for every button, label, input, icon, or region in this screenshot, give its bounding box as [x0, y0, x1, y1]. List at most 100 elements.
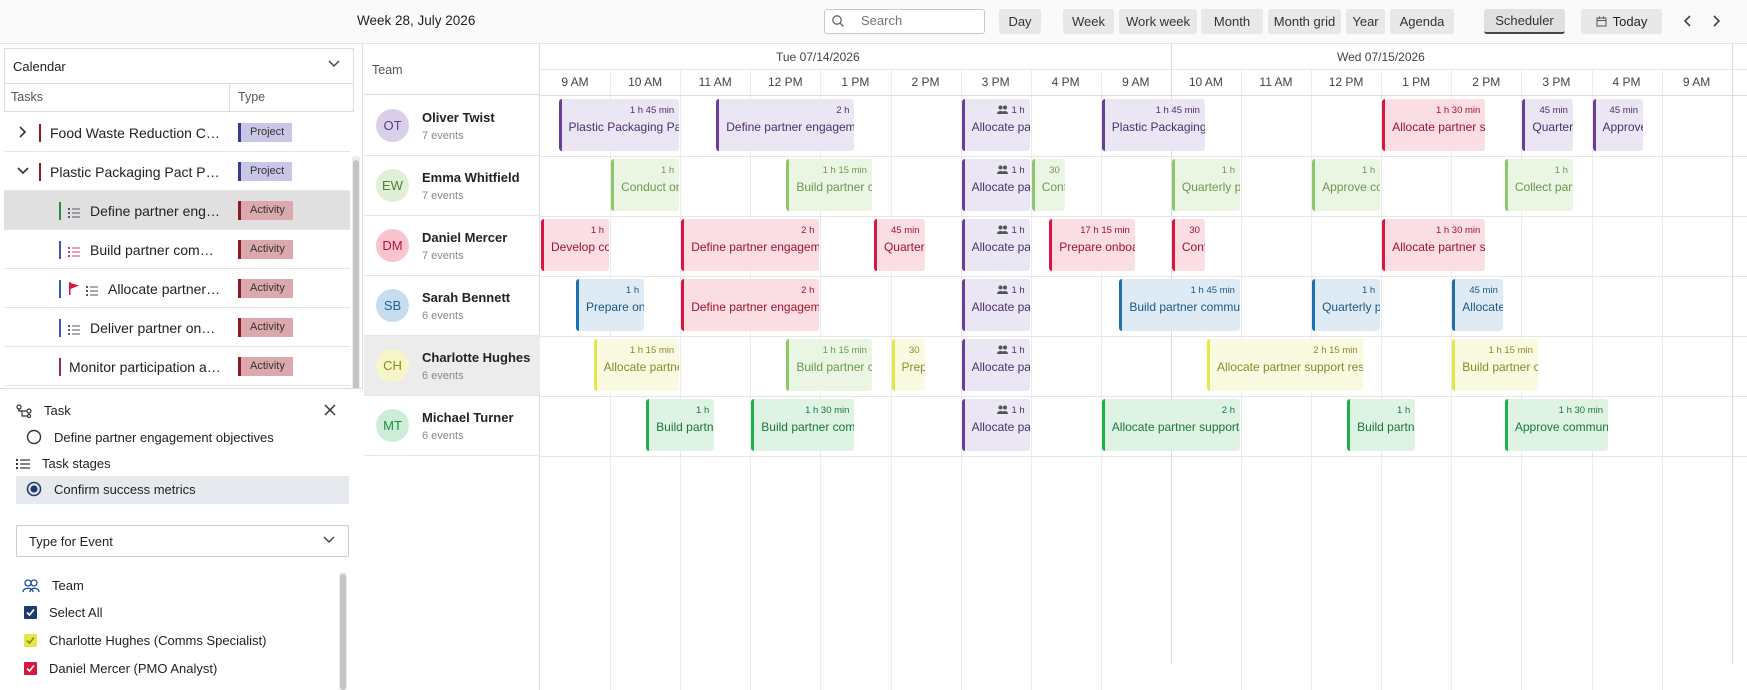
avatar: SB: [376, 289, 409, 322]
event-block[interactable]: 1 h 45 min Plastic Packaging: [1101, 99, 1205, 151]
calendar-dropdown[interactable]: Calendar: [4, 48, 354, 84]
event-block[interactable]: 1 h 15 min Build partner comms: [1452, 339, 1538, 391]
prev-button[interactable]: [1677, 10, 1699, 32]
event-block[interactable]: 1 h Approve comms: [1312, 159, 1381, 211]
event-block[interactable]: 45 min Quarterly: [1522, 99, 1573, 151]
resource-row[interactable]: OT Oliver Twist 7 events: [364, 96, 540, 156]
next-button[interactable]: [1705, 10, 1727, 32]
view-button-month-grid[interactable]: Month grid: [1268, 9, 1341, 34]
task-row[interactable]: Build partner communication plan Activity: [4, 230, 350, 269]
project-color-bar: [39, 124, 41, 142]
event-block[interactable]: 30 Prepare: [891, 339, 925, 391]
scheduler-grid[interactable]: Tue 07/14/2026 Wed 07/15/2026 9 AM 10 AM 11 …: [540, 44, 1747, 690]
event-block[interactable]: 30 Confirm: [1171, 219, 1205, 271]
type-column-header[interactable]: Type: [238, 90, 265, 104]
member-label: Daniel Mercer (PMO Analyst): [49, 661, 218, 676]
event-block[interactable]: 2 h Define partner engagement: [716, 99, 855, 151]
view-button-scheduler[interactable]: Scheduler: [1484, 9, 1565, 34]
event-block[interactable]: 1 h Quarterly partner: [1312, 279, 1381, 331]
event-block[interactable]: 1 h Allocate partner: [961, 159, 1030, 211]
close-icon[interactable]: [323, 403, 337, 417]
event-block[interactable]: 1 h Allocate partner: [961, 219, 1030, 271]
event-block[interactable]: 1 h Develop comms: [541, 219, 610, 271]
event-block[interactable]: 1 h 30 min Build partner communication: [751, 399, 855, 451]
event-duration: 30: [1049, 165, 1060, 176]
search-box[interactable]: [824, 9, 985, 34]
task-row[interactable]: Plastic Packaging Pact Partners Project: [4, 152, 350, 191]
header-divider: [540, 95, 1747, 96]
event-block[interactable]: 1 h 15 min Allocate partner: [593, 339, 680, 391]
radio-checked-icon[interactable]: [26, 481, 42, 497]
resource-row[interactable]: SB Sarah Bennett 6 events: [364, 276, 540, 336]
row-gridline: [540, 276, 1747, 277]
task-row[interactable]: Define partner engagement objectives Acti…: [4, 191, 350, 230]
select-all-checkbox[interactable]: [24, 606, 37, 619]
event-duration-text: 1 h 45 min: [1190, 285, 1235, 296]
resource-row[interactable]: CH Charlotte Hughes 6 events: [364, 336, 540, 396]
avatar: MT: [376, 409, 409, 442]
resource-row[interactable]: EW Emma Whitfield 7 events: [364, 156, 540, 216]
event-block[interactable]: 1 h Build partner: [1347, 399, 1416, 451]
view-button-week[interactable]: Week: [1063, 9, 1114, 34]
task-row[interactable]: Deliver partner onboarding Activity: [4, 308, 350, 347]
radio-unchecked-icon[interactable]: [26, 429, 42, 445]
event-block[interactable]: 2 h 15 min Allocate partner support resou…: [1206, 339, 1363, 391]
task-row[interactable]: Allocate partner support resources Activi…: [4, 269, 350, 308]
task-list-scrollbar[interactable]: [352, 156, 360, 426]
event-block[interactable]: 1 h Build partner: [646, 399, 715, 451]
event-block[interactable]: 1 h Prepare onboarding: [576, 279, 645, 331]
search-input[interactable]: [861, 13, 976, 28]
event-duration-text: 1 h: [1361, 285, 1376, 296]
event-block[interactable]: 45 min Allocate partner: [1452, 279, 1503, 331]
view-button-year[interactable]: Year: [1346, 9, 1385, 34]
event-block[interactable]: 1 h Allocate partner: [961, 99, 1030, 151]
view-button-month[interactable]: Month: [1201, 9, 1263, 34]
task-row[interactable]: Monitor participation and results Activit…: [4, 347, 350, 386]
event-block[interactable]: 1 h 30 min Allocate partner support: [1382, 219, 1486, 271]
event-block[interactable]: 2 h Define partner engagement: [681, 219, 820, 271]
event-block[interactable]: 2 h Define partner engagement: [681, 279, 820, 331]
resource-row[interactable]: DM Daniel Mercer 7 events: [364, 216, 540, 276]
event-duration: 2 h: [1222, 405, 1235, 416]
hour-gridline: [680, 70, 682, 690]
view-button-agenda[interactable]: Agenda: [1390, 9, 1454, 34]
hour-gridline: [1661, 70, 1663, 690]
event-block[interactable]: 2 h Allocate partner support: [1101, 399, 1240, 451]
event-block[interactable]: 1 h 15 min Build partner comms: [786, 159, 872, 211]
team-filter-header: Team: [22, 578, 84, 593]
event-block[interactable]: 1 h 30 min Allocate partner support: [1382, 99, 1486, 151]
event-block[interactable]: 30 Confirm: [1031, 159, 1065, 211]
tasks-column-header[interactable]: Tasks: [11, 90, 43, 104]
member-checkbox[interactable]: [24, 662, 37, 675]
detail-scrollbar[interactable]: [339, 572, 347, 690]
member-checkbox[interactable]: [24, 634, 37, 647]
event-duration-text: 45 min: [1469, 285, 1498, 296]
task-option[interactable]: Define partner engagement objectives: [26, 429, 274, 445]
event-block[interactable]: 1 h 45 min Plastic Packaging Pact: [558, 99, 680, 151]
resource-row[interactable]: MT Michael Turner 6 events: [364, 396, 540, 456]
task-label: Monitor participation and results: [69, 359, 222, 375]
event-block[interactable]: 1 h Collect partner: [1504, 159, 1573, 211]
task-row[interactable]: Food Waste Reduction Campaign Project: [4, 113, 350, 152]
event-block[interactable]: 17 h 15 min Prepare onboarding: [1049, 219, 1135, 271]
type-badge: Activity: [238, 240, 293, 259]
group-icon: [997, 345, 1009, 354]
event-block[interactable]: 45 min Approve: [1592, 99, 1644, 151]
stage-option[interactable]: Confirm success metrics: [16, 476, 349, 504]
hour-label: 2 PM: [1472, 75, 1501, 89]
event-title: Allocate partner support resources: [1216, 360, 1363, 374]
event-block[interactable]: 1 h 30 min Approve communication: [1504, 399, 1609, 451]
event-block[interactable]: 1 h 15 min Build partner comms: [786, 339, 872, 391]
event-block[interactable]: 1 h Conduct onboarding: [611, 159, 680, 211]
today-button[interactable]: Today: [1581, 9, 1662, 34]
event-block[interactable]: 45 min Quarterly: [873, 219, 925, 271]
view-button-day[interactable]: Day: [999, 9, 1041, 34]
event-block[interactable]: 1 h 45 min Build partner communication: [1119, 279, 1240, 331]
event-block[interactable]: 1 h Allocate partner: [961, 399, 1030, 451]
event-title: Build partner: [1357, 420, 1415, 434]
event-block[interactable]: 1 h Allocate partner: [961, 339, 1030, 391]
view-button-work-week[interactable]: Work week: [1119, 9, 1197, 34]
event-type-select[interactable]: Type for Event: [16, 525, 349, 557]
event-block[interactable]: 1 h Quarterly partner: [1171, 159, 1240, 211]
event-block[interactable]: 1 h Allocate partner: [961, 279, 1030, 331]
